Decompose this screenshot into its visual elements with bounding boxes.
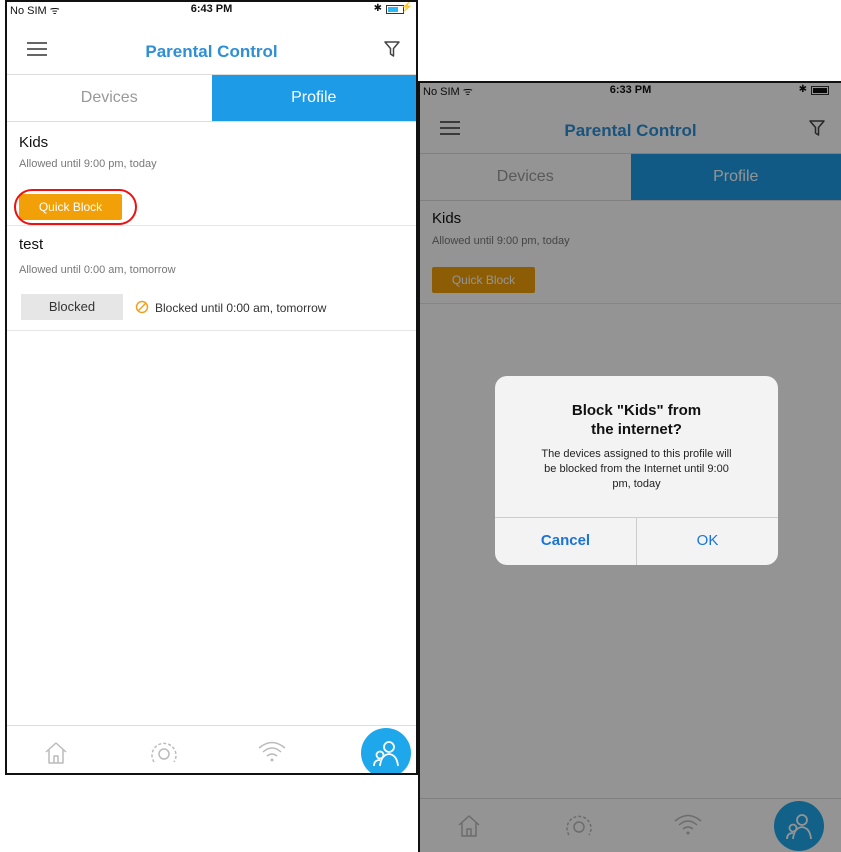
status-time: 6:43 PM	[190, 3, 233, 15]
profile-name: Kids	[19, 134, 49, 151]
parental-control-tab[interactable]	[361, 728, 411, 773]
left-phone-screen: No SIM ᯤ 6:43 PM ✱ ⚡ Parental Control De…	[5, 0, 418, 775]
bottom-tab-bar	[7, 725, 416, 773]
profile-name: test	[19, 236, 44, 253]
bluetooth-icon: ✱	[373, 3, 382, 14]
ok-button[interactable]: OK	[637, 517, 778, 565]
highlight-circle	[14, 189, 137, 225]
profile-item-test: test Allowed until 0:00 am, tomorrow Blo…	[7, 226, 416, 331]
block-icon	[135, 300, 149, 314]
right-phone-screen: No SIM ᯤ 6:33 PM ✱ Parental Control Devi…	[418, 81, 841, 852]
dialog-message: The devices assigned to this profile wil…	[509, 447, 764, 492]
status-bar: No SIM ᯤ 6:43 PM ✱ ⚡	[7, 2, 416, 17]
home-icon[interactable]	[43, 740, 69, 766]
block-confirm-dialog: Block "Kids" from the internet? The devi…	[495, 376, 778, 565]
dialog-title: Block "Kids" from the internet?	[505, 401, 768, 439]
cancel-button[interactable]: Cancel	[495, 517, 636, 565]
tab-profile[interactable]: Profile	[211, 75, 416, 121]
dialog-title-line: Block "Kids" from	[571, 402, 702, 419]
dialog-title-line: the internet?	[591, 421, 682, 438]
dialog-message-line: The devices assigned to this profile wil…	[541, 448, 732, 460]
blocked-until-text: Blocked until 0:00 am, tomorrow	[155, 301, 327, 315]
tab-bar: Devices Profile	[7, 74, 416, 122]
page-title: Parental Control	[145, 42, 278, 61]
dialog-message-line: be blocked from the Internet until 9:00	[544, 463, 729, 475]
profile-item-kids: Kids Allowed until 9:00 pm, today Quick …	[7, 122, 416, 226]
dialog-message-line: pm, today	[612, 478, 661, 490]
charging-icon: ⚡	[400, 2, 413, 13]
profile-status: Allowed until 0:00 am, tomorrow	[19, 264, 176, 276]
tab-devices[interactable]: Devices	[7, 75, 212, 121]
blocked-button[interactable]: Blocked	[21, 294, 123, 320]
filter-icon[interactable]	[384, 40, 400, 58]
wifi-icon[interactable]	[257, 740, 287, 764]
parental-control-icon	[373, 741, 399, 767]
profile-status: Allowed until 9:00 pm, today	[19, 158, 157, 170]
speedometer-icon[interactable]	[149, 740, 179, 766]
nav-bar: Parental Control	[7, 30, 416, 74]
